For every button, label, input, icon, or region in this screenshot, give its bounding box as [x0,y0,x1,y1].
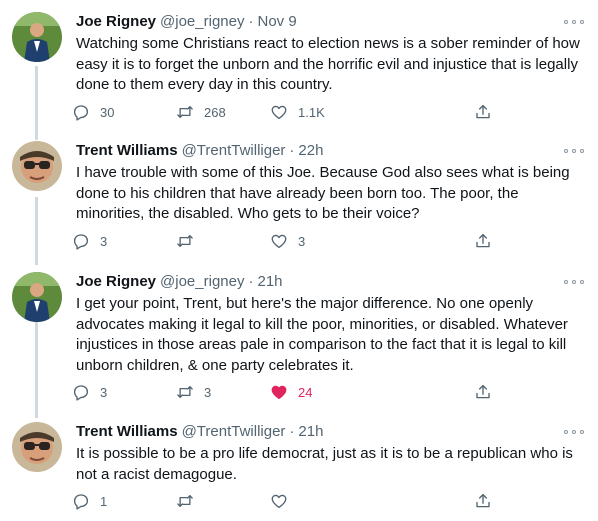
separator-dot: · [289,423,295,440]
retweet-button[interactable]: 268 [176,102,226,122]
timestamp[interactable]: 21h [298,423,323,440]
reply-icon [73,385,89,401]
retweet-count: 3 [204,384,212,400]
retweet-icon [177,386,193,398]
display-name[interactable]: Trent Williams [76,423,178,440]
like-icon [271,385,287,400]
reply-button[interactable]: 3 [72,231,107,251]
share-button[interactable] [474,491,492,511]
share-icon [476,104,490,119]
share-button[interactable] [474,102,492,122]
like-button[interactable]: 24 [270,382,312,402]
retweet-count: 268 [204,104,226,120]
avatar[interactable] [12,12,62,62]
user-handle[interactable]: @TrentTwilliger [182,423,286,440]
more-icon[interactable] [564,17,584,27]
share-icon [476,384,490,399]
tweet-text: It is possible to be a pro life democrat… [76,445,573,483]
display-name[interactable]: Trent Williams [76,142,178,159]
tweet-actions: 1 [72,491,502,511]
tweet-header: Trent Williams @TrentTwilliger · 21h [76,422,323,444]
reply-icon [73,494,89,510]
like-button[interactable]: 3 [270,231,305,251]
display-name[interactable]: Joe Rigney [76,13,156,30]
share-icon [476,233,490,248]
like-count: 1.1K [298,104,325,120]
tweet-header: Joe Rigney @joe_rigney · Nov 9 [76,12,297,34]
like-icon [271,494,287,509]
tweet-actions: 3 3 [72,231,502,251]
separator-dot: · [248,13,254,30]
retweet-button[interactable] [176,491,204,511]
more-icon[interactable] [564,277,584,287]
reply-count: 3 [100,384,108,400]
share-button[interactable] [474,382,492,402]
like-button[interactable]: 1.1K [270,102,325,122]
like-icon [271,105,287,120]
tweet-header: Trent Williams @TrentTwilliger · 22h [76,141,323,163]
tweet-text: I get your point, Trent, but here's the … [76,295,568,374]
more-icon[interactable] [564,427,584,437]
avatar[interactable] [12,141,62,191]
reply-count: 1 [100,493,108,509]
tweet-actions: 30 268 1.1K [72,102,502,122]
share-icon [476,493,490,508]
like-count: 3 [298,233,306,249]
like-icon [271,234,287,249]
tweet[interactable]: Trent Williams @TrentTwilliger · 22h I have… [0,141,598,255]
tweet[interactable]: Joe Rigney @joe_rigney · 21h I get your poi… [0,272,598,406]
reply-count: 30 [100,104,115,120]
tweet-header: Joe Rigney @joe_rigney · 21h [76,272,283,294]
like-count: 24 [298,384,313,400]
retweet-icon [177,495,193,507]
timestamp[interactable]: 22h [298,142,323,159]
avatar[interactable] [12,422,62,472]
reply-count: 3 [100,233,108,249]
reply-icon [73,105,89,121]
avatar[interactable] [12,272,62,322]
retweet-icon [177,106,193,118]
retweet-button[interactable]: 3 [176,382,211,402]
reply-button[interactable]: 30 [72,102,114,122]
user-handle[interactable]: @joe_rigney [160,273,244,290]
separator-dot: · [289,142,295,159]
reply-icon [73,234,89,250]
separator-dot: · [248,273,254,290]
timestamp[interactable]: Nov 9 [257,13,296,30]
reply-button[interactable]: 3 [72,382,107,402]
user-handle[interactable]: @joe_rigney [160,13,244,30]
timestamp[interactable]: 21h [257,273,282,290]
tweet[interactable]: Trent Williams @TrentTwilliger · 21h It is … [0,422,598,516]
reply-button[interactable]: 1 [72,491,107,511]
tweet-text: I have trouble with some of this Joe. Be… [76,164,570,222]
display-name[interactable]: Joe Rigney [76,273,156,290]
tweet-text: Watching some Christians react to electi… [76,35,580,93]
retweet-button[interactable] [176,231,204,251]
retweet-icon [177,235,193,247]
tweet[interactable]: Joe Rigney @joe_rigney · Nov 9 Watching som… [0,12,598,126]
tweet-actions: 3 3 24 [72,382,502,402]
share-button[interactable] [474,231,492,251]
user-handle[interactable]: @TrentTwilliger [182,142,286,159]
more-icon[interactable] [564,146,584,156]
like-button[interactable] [270,491,298,511]
